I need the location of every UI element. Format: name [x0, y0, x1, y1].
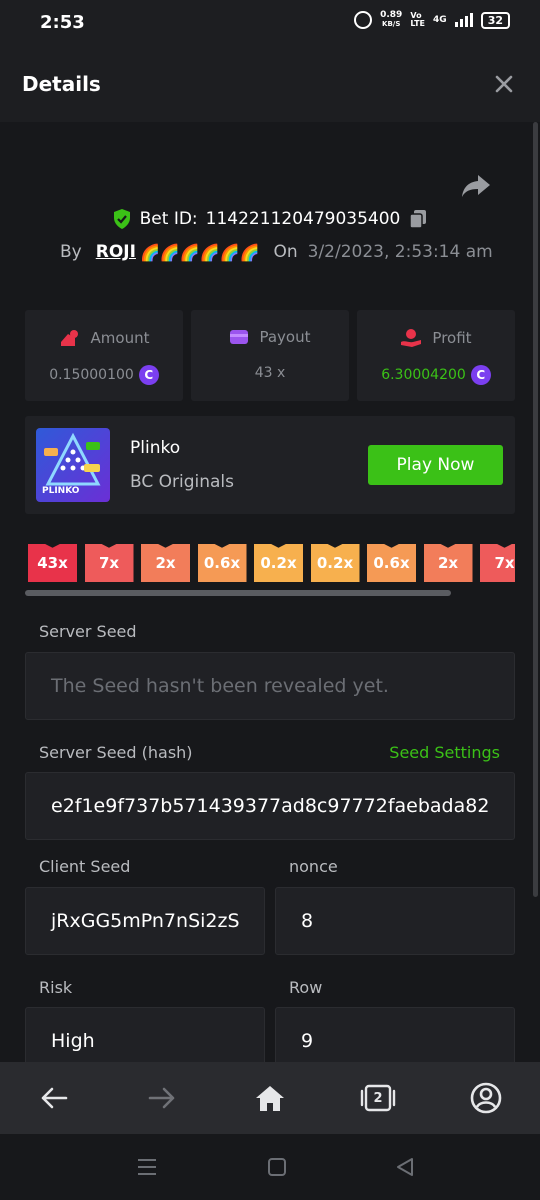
play-now-button[interactable]: Play Now	[368, 445, 503, 485]
multiplier-chip: 0.6x	[197, 544, 247, 582]
back-triangle-icon[interactable]	[394, 1156, 416, 1178]
username-link[interactable]: ROJI	[96, 242, 136, 262]
risk-value: High	[51, 1030, 95, 1052]
multiplier-chip: 7x	[480, 544, 515, 582]
battery-icon: 32	[480, 11, 510, 29]
payout-label: Payout	[259, 328, 311, 346]
tab-count: 2	[373, 1090, 383, 1106]
server-seed-field[interactable]: The Seed hasn't been revealed yet.	[25, 652, 515, 720]
tabs-button[interactable]: 2	[360, 1080, 396, 1116]
home-button[interactable]	[252, 1080, 288, 1116]
game-name: Plinko	[130, 438, 181, 458]
home-square-icon[interactable]	[266, 1156, 288, 1178]
home-icon	[256, 1086, 284, 1111]
bet-id-label: Bet ID:	[139, 209, 198, 229]
client-seed-value: jRxGG5mPn7nSi2zS	[51, 910, 240, 932]
bet-id-value: 114221120479035400	[205, 209, 401, 229]
menu-icon[interactable]	[136, 1156, 158, 1178]
page-title: Details	[22, 72, 101, 96]
status-icons: 0.89 KB/S Vo LTE 4G 32	[354, 11, 510, 29]
scrollbar[interactable]	[533, 122, 538, 897]
network-speed-unit: KB/S	[382, 20, 401, 28]
server-seed-hash-value: e2f1e9f737b571439377ad8c97772faebada82	[51, 795, 490, 817]
multiplier-chip: 0.6x	[367, 544, 416, 582]
server-seed-hash-field[interactable]: e2f1e9f737b571439377ad8c97772faebada82	[25, 772, 515, 840]
volte-icon: Vo LTE	[410, 12, 425, 28]
browser-bottom-nav: 2	[0, 1062, 540, 1134]
multiplier-chip: 2x	[423, 544, 473, 582]
back-button[interactable]	[36, 1080, 72, 1116]
username-emoji: 🌈🌈🌈🌈🌈🌈	[139, 242, 260, 262]
multiplier-chip: 0.2x	[310, 544, 360, 582]
bet-id-row: Bet ID: 114221120479035400	[0, 208, 540, 230]
game-thumbnail[interactable]: PLINKO	[36, 428, 110, 502]
row-value: 9	[301, 1030, 314, 1052]
server-seed-placeholder: The Seed hasn't been revealed yet.	[51, 675, 389, 697]
row-label: Row	[289, 978, 323, 997]
network-speed: 0.89 KB/S	[380, 11, 402, 29]
multiplier-chip: 43x	[28, 544, 77, 582]
wallet-icon	[230, 330, 249, 344]
amount-label: Amount	[90, 329, 150, 347]
seed-settings-link[interactable]: Seed Settings	[389, 743, 500, 762]
profit-label: Profit	[432, 329, 472, 347]
copy-icon[interactable]	[408, 209, 428, 229]
profile-button[interactable]	[468, 1080, 504, 1116]
amount-icon	[60, 330, 78, 346]
coin-icon: C	[138, 365, 159, 385]
by-label: By	[60, 242, 82, 262]
multiplier-chip: 2x	[141, 544, 190, 582]
coin-icon: C	[470, 365, 491, 385]
client-seed-label: Client Seed	[39, 857, 131, 876]
nonce-label: nonce	[289, 857, 338, 876]
payout-card: Payout 43 x	[191, 310, 349, 401]
alarm-icon	[354, 11, 373, 29]
network-speed-value: 0.89	[380, 10, 403, 20]
risk-label: Risk	[39, 978, 73, 997]
forward-button[interactable]	[144, 1080, 180, 1116]
amount-card: Amount 0.15000100 C	[25, 310, 183, 401]
payout-value: 43 x	[254, 365, 286, 381]
arrow-left-icon	[41, 1087, 68, 1109]
game-provider: BC Originals	[130, 472, 235, 492]
on-label: On	[273, 242, 298, 262]
status-bar: 2:53 0.89 KB/S Vo LTE 4G 32	[0, 0, 540, 48]
volte-bottom: LTE	[410, 19, 426, 28]
network-type: 4G	[433, 15, 447, 25]
nonce-value: 8	[301, 910, 314, 932]
multiplier-chip: 7x	[84, 544, 134, 582]
shield-check-icon	[113, 209, 130, 229]
bet-date: 3/2/2023, 2:53:14 am	[307, 242, 493, 262]
profit-card: Profit 6.30004200 C	[357, 310, 515, 401]
multiplier-strip[interactable]: 43x 7x 2x 0.6x 0.2x 0.2x 0.6x 2x 7x	[28, 544, 515, 582]
arrow-right-icon	[148, 1087, 175, 1109]
bet-meta-row: By ROJI 🌈🌈🌈🌈🌈🌈 On 3/2/2023, 2:53:14 am	[60, 242, 493, 262]
nonce-field[interactable]: 8	[275, 887, 515, 955]
game-card: PLINKO Plinko BC Originals Play Now	[25, 416, 515, 514]
status-time: 2:53	[40, 12, 85, 33]
server-seed-label: Server Seed	[39, 622, 137, 641]
game-thumb-label: PLINKO	[42, 486, 80, 496]
multiplier-scrollbar[interactable]	[25, 590, 451, 596]
profit-icon	[401, 329, 422, 347]
client-seed-field[interactable]: jRxGG5mPn7nSi2zS	[25, 887, 265, 955]
share-icon[interactable]	[460, 172, 492, 200]
amount-value: 0.15000100	[49, 367, 134, 383]
profit-value: 6.30004200	[381, 367, 466, 383]
signal-icon	[454, 13, 473, 27]
details-header: Details	[0, 48, 540, 122]
account-icon	[470, 1082, 502, 1114]
multiplier-chip: 0.2x	[254, 544, 303, 582]
close-icon[interactable]	[492, 72, 516, 96]
server-seed-hash-label: Server Seed (hash)	[39, 743, 193, 762]
system-nav-bar	[0, 1134, 540, 1200]
